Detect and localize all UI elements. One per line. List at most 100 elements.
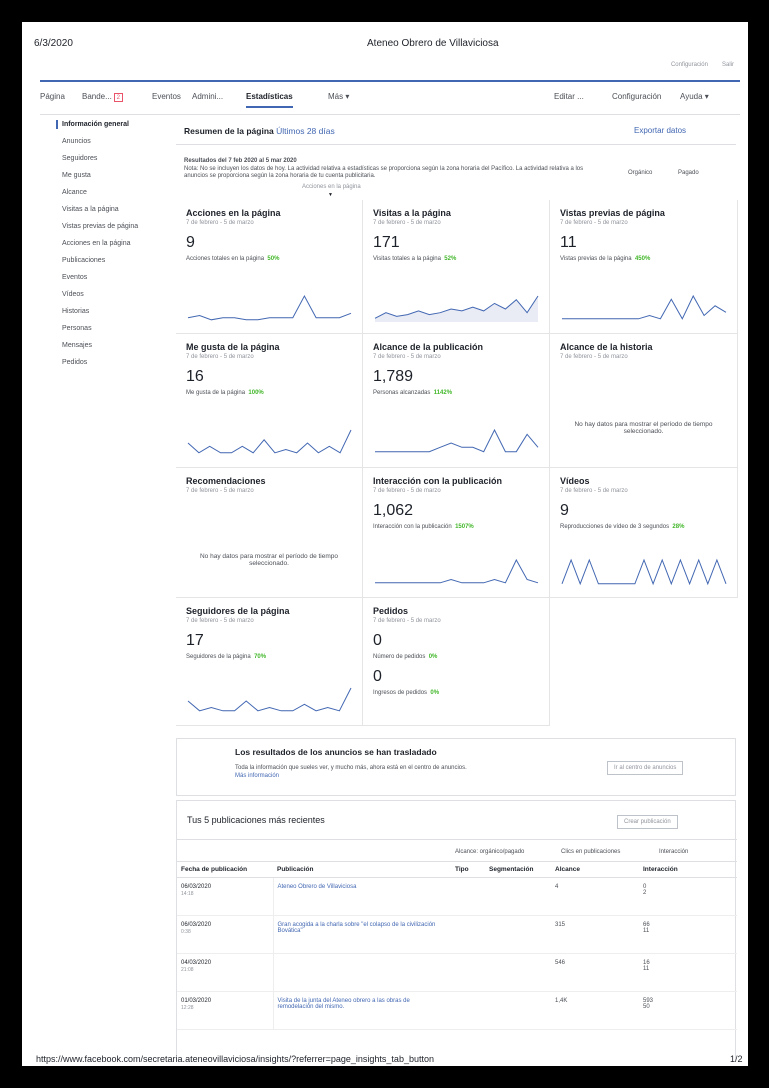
sidebar-item-seguidores[interactable]: Seguidores <box>62 154 162 163</box>
sparkline-chart[interactable] <box>187 687 352 714</box>
date-range-selector[interactable]: Últimos 28 días <box>276 126 335 136</box>
sidebar-item-alcance[interactable]: Alcance <box>62 188 162 197</box>
post-reach: 546 <box>555 960 566 966</box>
card-recomendaciones[interactable]: Recomendaciones 7 de febrero - 5 de marzo… <box>176 468 363 598</box>
tab-bandeja-label: Bande... <box>82 92 112 101</box>
post-interaction-total: 2 <box>643 890 647 896</box>
card-value: 11 <box>560 234 577 251</box>
sidebar-item-historias[interactable]: Historias <box>62 307 162 316</box>
sparkline-chart[interactable] <box>375 558 539 586</box>
more-info-link[interactable]: Más información <box>235 773 279 779</box>
card-interaccion-con-la-publicacion[interactable]: Interacción con la publicación 7 de febre… <box>363 468 550 598</box>
legend-clicks: Clics en publicaciones <box>561 849 621 855</box>
ads-center-button[interactable]: Ir al centro de anuncios <box>607 761 684 775</box>
card-date-range: 7 de febrero - 5 de marzo <box>560 220 628 226</box>
post-time: 21:08 <box>181 967 194 973</box>
header-interaction[interactable]: Interacción <box>639 861 737 878</box>
tab-estadisticas[interactable]: Estadísticas <box>246 92 293 108</box>
header-date[interactable]: Fecha de publicación <box>177 861 273 878</box>
sidebar-item-videos[interactable]: Vídeos <box>62 290 162 299</box>
card-value: 16 <box>186 368 204 385</box>
card-metric: Me gusta de la página 100% <box>186 390 352 396</box>
print-title: Ateneo Obrero de Villaviciosa <box>367 38 499 49</box>
table-row[interactable]: 06/03/2020 14:18 Ateneo Obrero de Villavic… <box>177 877 737 916</box>
header-targeting[interactable]: Segmentación <box>485 861 551 878</box>
card-value: 1,062 <box>373 502 414 519</box>
sparkline-chart[interactable] <box>375 428 539 456</box>
card-acciones-en-la-pagina[interactable]: Acciones en la página 7 de febrero - 5 de… <box>176 200 363 334</box>
post-link[interactable]: Gran acogida a la charla sobre "el colap… <box>278 922 436 934</box>
card-me-gusta-de-la-pagina[interactable]: Me gusta de la página 7 de febrero - 5 de… <box>176 334 363 468</box>
header-post[interactable]: Publicación <box>273 861 451 878</box>
post-reach-cell: 1,4K <box>551 991 639 1030</box>
post-interaction-cell: 66 11 <box>639 915 737 954</box>
card-value: 9 <box>186 234 195 251</box>
paid-legend[interactable]: Pagado <box>678 170 699 176</box>
sparkline-chart[interactable] <box>187 429 352 456</box>
sidebar-item-visitas[interactable]: Visitas a la página <box>62 205 162 214</box>
sidebar-item-eventos[interactable]: Eventos <box>62 273 162 282</box>
posts-table-header: Fecha de publicación Publicación Tipo Se… <box>177 861 737 878</box>
post-interaction-total: 11 <box>643 928 650 934</box>
sidebar-item-informacion-general[interactable]: Información general <box>56 120 162 129</box>
sparkline-chart[interactable] <box>374 295 539 322</box>
settings-link[interactable]: Configuración <box>671 62 708 68</box>
post-text-cell: Gran acogida a la charla sobre "el colap… <box>273 915 451 954</box>
results-range: Resultados del 7 feb 2020 al 5 mar 2020 <box>184 158 297 164</box>
card-title: Acciones en la página <box>186 208 281 218</box>
organic-legend[interactable]: Orgánico <box>628 170 652 176</box>
tab-bandeja[interactable]: Bande... 2 <box>82 92 123 102</box>
post-type-cell <box>451 877 485 916</box>
page: 6/3/2020 Ateneo Obrero de Villaviciosa C… <box>22 22 748 1066</box>
sidebar-item-pedidos[interactable]: Pedidos <box>62 358 162 367</box>
sidebar-item-acciones[interactable]: Acciones en la página <box>62 239 162 248</box>
sidebar-item-me-gusta[interactable]: Me gusta <box>62 171 162 180</box>
post-time: 0:38 <box>181 929 191 935</box>
card-date-range: 7 de febrero - 5 de marzo <box>186 488 254 494</box>
table-row[interactable]: 04/03/2020 21:08 546 16 11 <box>177 953 737 992</box>
header-reach[interactable]: Alcance <box>551 861 639 878</box>
logout-link[interactable]: Salir <box>722 62 734 68</box>
create-post-button[interactable]: Crear publicación <box>617 815 678 829</box>
print-footer-url: https://www.facebook.com/secretaria.aten… <box>36 1054 434 1064</box>
card-alcance-de-la-historia[interactable]: Alcance de la historia 7 de febrero - 5 d… <box>550 334 738 468</box>
notification-badge: 2 <box>113 93 123 102</box>
sidebar-item-anuncios[interactable]: Anuncios <box>62 137 162 146</box>
sidebar-item-vistas-previas[interactable]: Vistas previas de página <box>62 222 162 231</box>
post-date-cell: 04/03/2020 21:08 <box>177 953 274 992</box>
sparkline-chart[interactable] <box>561 558 727 586</box>
header-type[interactable]: Tipo <box>451 861 485 878</box>
tab-configuracion[interactable]: Configuración <box>612 92 661 101</box>
tab-pagina[interactable]: Página <box>40 92 65 101</box>
card-change-pct: 100% <box>248 390 264 396</box>
sidebar-item-personas[interactable]: Personas <box>62 324 162 333</box>
table-row[interactable]: 06/03/2020 0:38 Gran acogida a la charla s… <box>177 915 737 954</box>
sidebar-item-publicaciones[interactable]: Publicaciones <box>62 256 162 265</box>
export-data-link[interactable]: Exportar datos <box>634 126 686 135</box>
table-row[interactable]: 01/03/2020 12:28 Visita de la junta del At… <box>177 991 737 1030</box>
sparkline-chart[interactable] <box>562 294 727 322</box>
post-link[interactable]: Ateneo Obrero de Villaviciosa <box>278 884 357 890</box>
tab-admin[interactable]: Admini... <box>192 92 223 101</box>
posts-table-body: 06/03/2020 14:18 Ateneo Obrero de Villavic… <box>177 877 737 1030</box>
card-videos[interactable]: Vídeos 7 de febrero - 5 de marzo 9 Reproduc… <box>550 468 738 598</box>
nav-bottom-divider <box>40 114 740 115</box>
post-date-cell: 01/03/2020 12:28 <box>177 991 274 1030</box>
card-metric-label: Acciones totales en la página <box>186 256 265 262</box>
card-pedidos[interactable]: Pedidos 7 de febrero - 5 de marzo 0 Número … <box>363 598 550 726</box>
card-seguidores-de-la-pagina[interactable]: Seguidores de la página 7 de febrero - 5 … <box>176 598 363 726</box>
sidebar-item-mensajes[interactable]: Mensajes <box>62 341 162 350</box>
help-menu[interactable]: Ayuda ▾ <box>680 92 709 101</box>
tab-eventos[interactable]: Eventos <box>152 92 181 101</box>
tab-mas[interactable]: Más ▾ <box>328 92 349 101</box>
card-vistas-previas-de-pagina[interactable]: Vistas previas de página 7 de febrero - 5… <box>550 200 738 334</box>
sparkline-chart[interactable] <box>187 294 352 322</box>
post-interaction-cell: 593 50 <box>639 991 737 1030</box>
card-value: 1,789 <box>373 368 414 385</box>
card-visitas-a-la-pagina[interactable]: Visitas a la página 7 de febrero - 5 de m… <box>363 200 550 334</box>
card-alcance-de-la-publicacion[interactable]: Alcance de la publicación 7 de febrero - … <box>363 334 550 468</box>
post-link[interactable]: Visita de la junta del Ateneo obrero a l… <box>278 998 410 1010</box>
post-type-cell <box>451 915 485 954</box>
edit-button[interactable]: Editar ... <box>554 92 584 101</box>
card-change-pct-2: 0% <box>430 690 440 696</box>
